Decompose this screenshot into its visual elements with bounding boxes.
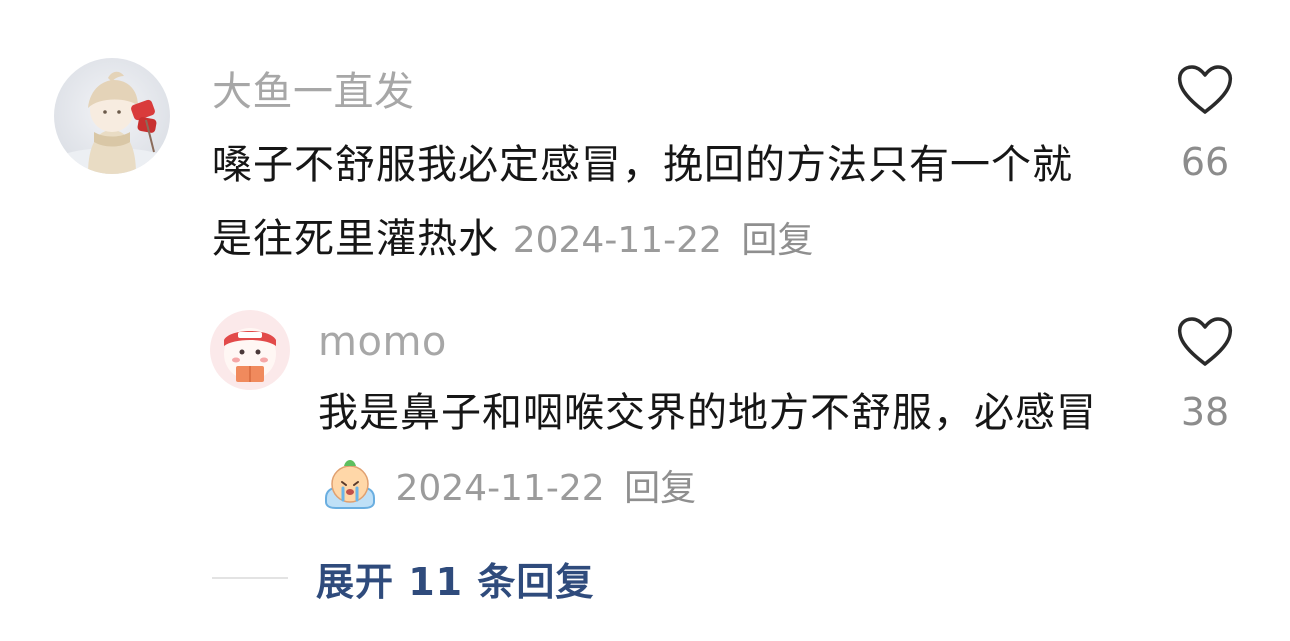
heart-icon [1177,317,1233,366]
comment-meta: 2024-11-22 回复 [513,220,814,261]
reply-content: 我是鼻子和咽喉交界的地方不舒服，必感冒 [318,390,1097,436]
comment-username[interactable]: 大鱼一直发 [212,70,415,114]
like-count: 66 [1180,140,1230,184]
expand-replies[interactable]: 展开 11 条回复 [212,552,594,604]
reply-button[interactable]: 回复 [741,220,813,261]
expand-replies-button[interactable]: 展开 11 条回复 [316,551,594,606]
reply-text[interactable]: 我是鼻子和咽喉交界的地方不舒服，必感冒 2024-11-22 回复 [318,376,1098,534]
comment-date: 2024-11-22 [512,220,722,261]
heart-icon [1177,65,1233,114]
reply-date: 2024-11-22 [395,468,605,509]
like-count: 38 [1180,390,1230,434]
like-button[interactable] [1160,64,1250,124]
reply-meta: 2024-11-22 回复 [384,468,696,509]
crying-emoji-icon [320,454,380,534]
avatar[interactable] [210,310,290,390]
comment-text[interactable]: 嗓子不舒服我必定感冒，挽回的方法只有一个就是往死里灌热水 2024-11-22 … [212,128,1092,278]
comment-item: 大鱼一直发 嗓子不舒服我必定感冒，挽回的方法只有一个就是往死里灌热水 2024-… [0,0,1290,290]
reply-button[interactable]: 回复 [624,468,696,509]
like-button[interactable] [1160,316,1250,376]
divider [212,577,288,579]
reply-username[interactable]: momo [318,320,447,364]
avatar[interactable] [54,58,170,174]
reply-item: momo 我是鼻子和咽喉交界的地方不舒服，必感冒 2024-11-22 回复 3… [0,300,1290,540]
